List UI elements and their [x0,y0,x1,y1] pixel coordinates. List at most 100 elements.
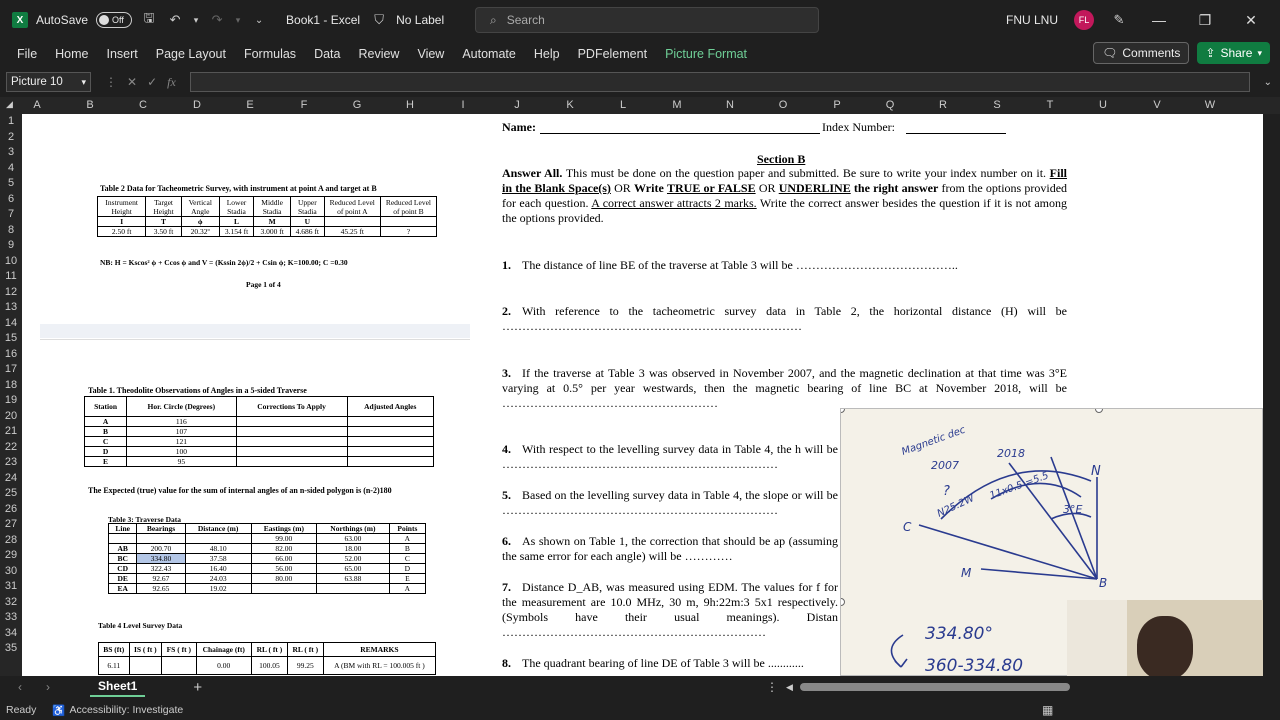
autosave-toggle[interactable]: Off [96,12,133,28]
pasted-page-bottom[interactable]: Table 1. Theodolite Observations of Angl… [40,339,470,676]
prev-sheet-icon[interactable]: ‹ [18,680,22,694]
tab-help[interactable]: Help [525,47,569,61]
row-header-22[interactable]: 22 [0,440,22,456]
column-header-n[interactable]: N [724,99,736,111]
column-header-s[interactable]: S [991,99,1003,111]
row-header-15[interactable]: 15 [0,331,22,347]
pasted-page-top[interactable]: Table 2 Data for Tacheometric Survey, wi… [40,174,470,324]
column-header-v[interactable]: V [1151,99,1163,111]
normal-view-icon[interactable]: ▦ [1042,703,1053,717]
row-header-7[interactable]: 7 [0,207,22,223]
row-header-31[interactable]: 31 [0,579,22,595]
row-header-27[interactable]: 27 [0,517,22,533]
row-header-9[interactable]: 9 [0,238,22,254]
sensitivity-label[interactable]: No Label [396,13,444,27]
column-header-m[interactable]: M [671,99,683,111]
column-header-o[interactable]: O [777,99,789,111]
row-header-34[interactable]: 34 [0,626,22,642]
tab-formulas[interactable]: Formulas [235,47,305,61]
select-all-icon[interactable]: ◢ [6,99,13,110]
row-header-24[interactable]: 24 [0,471,22,487]
row-header-32[interactable]: 32 [0,595,22,611]
column-header-i[interactable]: I [457,99,469,111]
row-header-6[interactable]: 6 [0,192,22,208]
row-header-23[interactable]: 23 [0,455,22,471]
row-header-16[interactable]: 16 [0,347,22,363]
row-header-19[interactable]: 19 [0,393,22,409]
name-box[interactable]: Picture 10 ▾ [6,72,91,92]
redo-icon[interactable]: ↷ [208,11,226,29]
column-header-l[interactable]: L [617,99,629,111]
row-header-11[interactable]: 11 [0,269,22,285]
tab-data[interactable]: Data [305,47,349,61]
column-header-c[interactable]: C [137,99,149,111]
column-header-p[interactable]: P [831,99,843,111]
tab-page-layout[interactable]: Page Layout [147,47,235,61]
row-header-13[interactable]: 13 [0,300,22,316]
row-header-5[interactable]: 5 [0,176,22,192]
column-header-u[interactable]: U [1097,99,1109,111]
share-button[interactable]: ⇪ Share ▾ [1197,42,1270,64]
row-header-1[interactable]: 1 [0,114,22,130]
column-header-r[interactable]: R [937,99,949,111]
expand-formula-icon[interactable]: ⌄ [1264,77,1272,88]
next-sheet-icon[interactable]: › [46,680,50,694]
column-header-d[interactable]: D [191,99,203,111]
comments-button[interactable]: 🗨 Comments [1093,42,1190,64]
add-sheet-icon[interactable]: + [193,679,202,696]
column-header-w[interactable]: W [1204,99,1216,111]
column-header-g[interactable]: G [351,99,363,111]
tab-view[interactable]: View [408,47,453,61]
row-header-8[interactable]: 8 [0,223,22,239]
row-header-2[interactable]: 2 [0,130,22,146]
column-header-q[interactable]: Q [884,99,896,111]
undo-dropdown-icon[interactable]: ▾ [192,11,200,29]
tab-pdfelement[interactable]: PDFelement [569,47,656,61]
row-header-26[interactable]: 26 [0,502,22,518]
tab-review[interactable]: Review [349,47,408,61]
worksheet-grid[interactable]: Table 2 Data for Tacheometric Survey, wi… [22,114,1263,676]
insert-function-icon[interactable]: fx [167,75,176,90]
save-icon[interactable]: 🖫 [140,10,158,29]
horizontal-scrollbar[interactable] [800,683,1070,691]
close-icon[interactable]: ✕ [1236,12,1266,29]
row-header-35[interactable]: 35 [0,641,22,657]
sensitivity-label-icon[interactable]: ⛉ [370,11,388,29]
scroll-left-icon[interactable]: ◀ [786,682,793,693]
customize-toolbar-icon[interactable]: ⌄ [250,11,268,29]
tab-picture-format[interactable]: Picture Format [656,47,756,61]
row-header-28[interactable]: 28 [0,533,22,549]
row-header-33[interactable]: 33 [0,610,22,626]
row-header-3[interactable]: 3 [0,145,22,161]
column-header-f[interactable]: F [298,99,310,111]
undo-icon[interactable]: ↶ [166,11,184,29]
formula-input[interactable] [189,72,1250,92]
row-header-4[interactable]: 4 [0,161,22,177]
column-header-j[interactable]: J [511,99,523,111]
column-header-e[interactable]: E [244,99,256,111]
row-header-18[interactable]: 18 [0,378,22,394]
more-options-icon[interactable]: ⋮ [105,75,117,90]
row-header-29[interactable]: 29 [0,548,22,564]
search-box[interactable]: ⌕ Search [475,7,819,33]
column-header-t[interactable]: T [1044,99,1056,111]
enter-icon[interactable]: ✓ [147,75,157,90]
cancel-icon[interactable]: ✕ [127,75,137,90]
pen-icon[interactable]: ✎ [1110,11,1128,29]
tab-home[interactable]: Home [46,47,97,61]
row-header-17[interactable]: 17 [0,362,22,378]
column-header-h[interactable]: H [404,99,416,111]
row-header-10[interactable]: 10 [0,254,22,270]
column-header-a[interactable]: A [31,99,43,111]
tab-insert[interactable]: Insert [98,47,147,61]
redo-dropdown-icon[interactable]: ▾ [234,11,242,29]
row-header-21[interactable]: 21 [0,424,22,440]
tab-automate[interactable]: Automate [453,47,525,61]
sheet-tab-sheet1[interactable]: Sheet1 [90,677,146,697]
minimize-icon[interactable]: — [1144,12,1174,28]
avatar[interactable]: FL [1074,10,1094,30]
tab-file[interactable]: File [8,47,46,61]
row-header-20[interactable]: 20 [0,409,22,425]
column-header-k[interactable]: K [564,99,576,111]
more-tabs-icon[interactable]: ⋮ [766,680,778,694]
